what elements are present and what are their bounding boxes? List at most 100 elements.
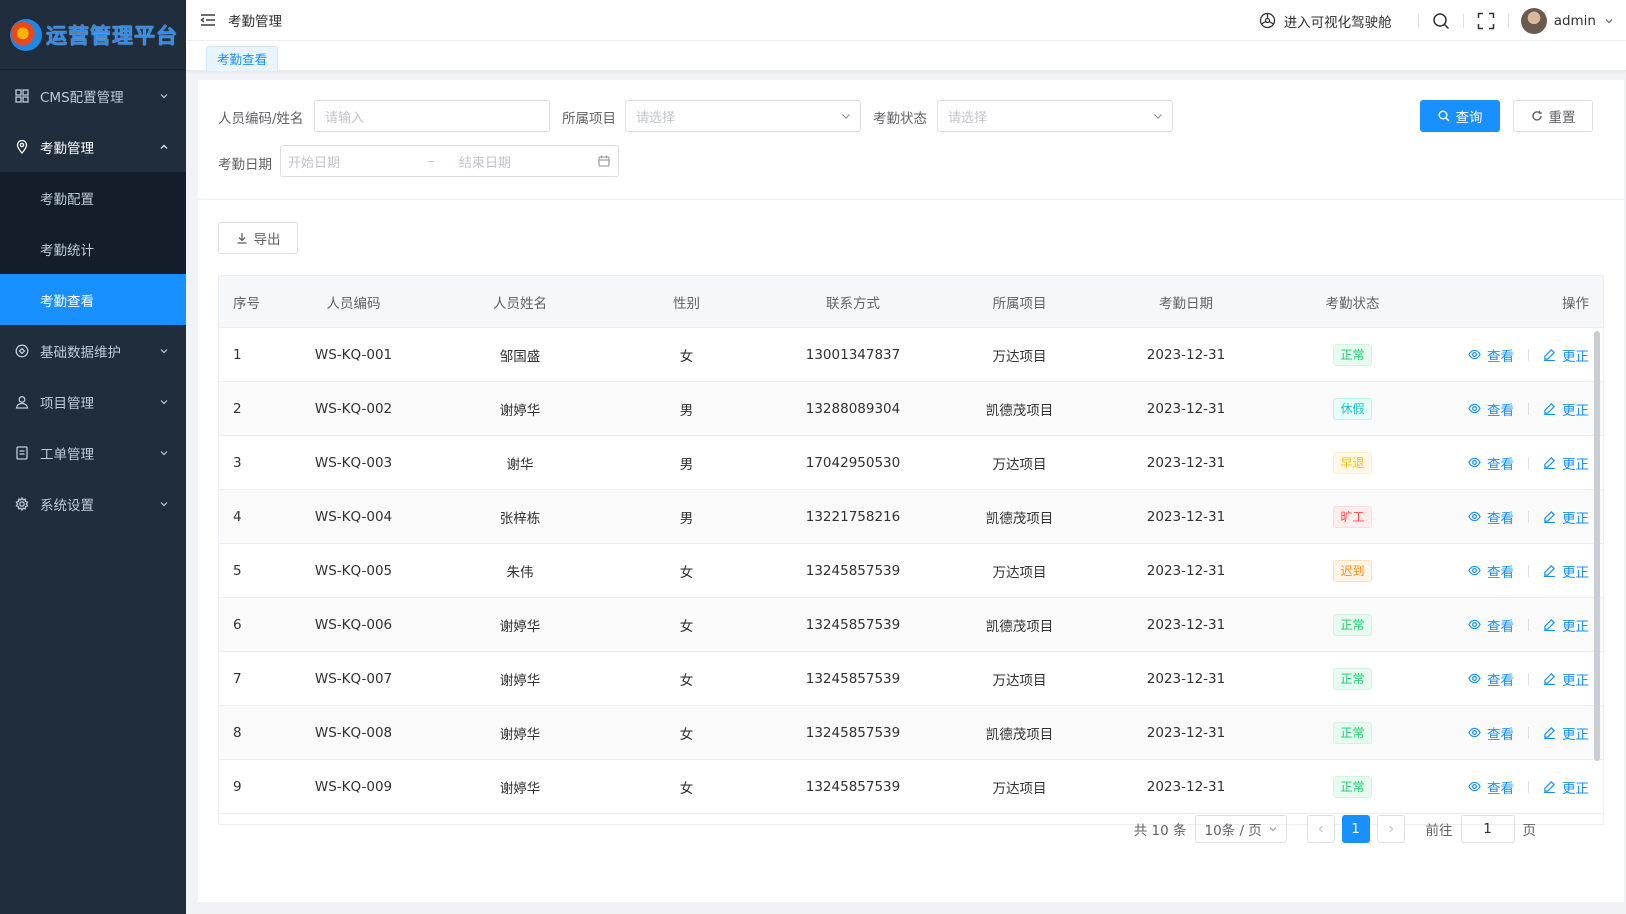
cell-name: 朱伟 [506,564,534,581]
divider [1528,780,1529,793]
cell-project: 万达项目 [992,780,1047,797]
status-select[interactable]: 请选择 [937,100,1173,132]
view-button[interactable]: 查看 [1468,777,1514,797]
cell-code: WS-KQ-001 [314,346,393,363]
next-page-button[interactable] [1376,815,1405,843]
eye-icon [1468,619,1481,630]
date-range-picker[interactable]: 开始日期 – 结束日期 [280,145,619,177]
table-row: 4 WS-KQ-004 张梓栋 男 13221758216 凯德茂项目 2023-12-31… [219,490,1603,544]
view-button[interactable]: 查看 [1468,615,1514,635]
cell-sex: 女 [679,618,694,635]
goto-page-input[interactable]: 1 [1460,815,1515,843]
status-badge: 正常 [1333,667,1372,690]
correct-button[interactable]: 更正 [1543,723,1589,743]
cell-date: 2023-12-31 [1146,616,1226,633]
search-button[interactable]: 查询 [1420,100,1500,132]
person-icon [14,394,30,410]
cockpit-link[interactable]: 进入可视化驾驶舱 [1259,11,1392,31]
sidebar-item-base-data[interactable]: 基础数据维护 [0,325,186,376]
sidebar-item-label: CMS配置管理 [40,89,124,106]
cell-sex: 女 [679,564,694,581]
status-badge: 迟到 [1333,559,1372,582]
view-button[interactable]: 查看 [1468,561,1514,581]
divider [1528,726,1529,739]
status-select-placeholder: 请选择 [948,110,988,126]
fullscreen-icon[interactable] [1476,11,1496,31]
sidebar: 运营管理平台 CMS配置管理 考勤管理 考勤配置 考勤统计 考勤查看 基础数据维… [0,0,186,914]
view-button[interactable]: 查看 [1468,507,1514,527]
person-input[interactable]: 请输入 [314,100,550,132]
cell-actions: 查看 更正 [1435,399,1603,419]
project-select[interactable]: 请选择 [625,100,861,132]
sidebar-subitem-attendance-view[interactable]: 考勤查看 [0,274,186,325]
chevron-left-icon [1318,825,1323,833]
user-menu[interactable]: admin [1520,7,1614,34]
correct-button[interactable]: 更正 [1543,669,1589,689]
correct-button[interactable]: 更正 [1543,453,1589,473]
tab-attendance-view[interactable]: 考勤查看 [206,46,279,71]
status-badge: 早退 [1333,451,1372,474]
reset-button-label: 重置 [1548,110,1576,126]
sidebar-subitem-attendance-config[interactable]: 考勤配置 [0,172,186,223]
sidebar-item-workorders[interactable]: 工单管理 [0,427,186,478]
cell-sex: 女 [679,780,694,797]
view-button[interactable]: 查看 [1468,453,1514,473]
eye-icon [1468,727,1481,738]
sidebar-item-cms[interactable]: CMS配置管理 [0,70,186,121]
correct-button-label: 更正 [1562,510,1589,527]
sidebar-subitem-attendance-stats[interactable]: 考勤统计 [0,223,186,274]
page-size-value: 10条 / 页 [1204,823,1262,839]
cell-actions: 查看 更正 [1435,777,1603,797]
refresh-icon [1531,110,1542,121]
sidebar-item-settings[interactable]: 系统设置 [0,478,186,529]
correct-button[interactable]: 更正 [1543,561,1589,581]
view-button[interactable]: 查看 [1468,399,1514,419]
table-scrollbar[interactable] [1594,331,1600,761]
search-button-label: 查询 [1455,110,1483,126]
cell-code: WS-KQ-005 [314,562,393,579]
date-end-placeholder: 结束日期 [459,155,512,171]
export-button-label: 导出 [253,232,281,248]
view-button[interactable]: 查看 [1468,345,1514,365]
sidebar-item-projects[interactable]: 项目管理 [0,376,186,427]
divider [1528,456,1529,469]
page-number-current[interactable]: 1 [1341,815,1370,843]
cell-project: 万达项目 [992,672,1047,689]
cell-code: WS-KQ-003 [314,454,393,471]
search-icon [1438,110,1449,122]
correct-button[interactable]: 更正 [1543,777,1589,797]
table-row: 8 WS-KQ-008 谢婷华 女 13245857539 凯德茂项目 2023-12-31… [219,706,1603,760]
reset-button[interactable]: 重置 [1513,100,1593,132]
view-button-label: 查看 [1487,564,1514,581]
cell-name: 谢婷华 [499,780,541,797]
sidebar-item-label: 考勤管理 [40,140,94,157]
cell-date: 2023-12-31 [1146,508,1226,525]
sidebar-item-label: 项目管理 [40,395,94,412]
prev-page-button[interactable] [1306,815,1335,843]
page-size-select[interactable]: 10条 / 页 [1194,815,1287,843]
page-suffix: 页 [1522,823,1537,839]
chevron-down-icon [1269,827,1276,832]
correct-button-label: 更正 [1562,780,1589,797]
gear-icon [14,496,30,512]
cell-index: 2 [233,400,242,417]
chevron-down-icon [158,447,170,459]
divider [1462,13,1464,28]
correct-button[interactable]: 更正 [1543,345,1589,365]
menu-toggle-icon[interactable] [200,11,218,29]
app-root: 运营管理平台 CMS配置管理 考勤管理 考勤配置 考勤统计 考勤查看 基础数据维… [0,0,1626,914]
correct-button[interactable]: 更正 [1543,507,1589,527]
search-icon[interactable] [1431,11,1451,31]
correct-button[interactable]: 更正 [1543,615,1589,635]
view-button[interactable]: 查看 [1468,723,1514,743]
col-header-name: 人员姓名 [493,295,547,312]
export-button[interactable]: 导出 [218,222,298,254]
sidebar-item-attendance[interactable]: 考勤管理 [0,121,186,172]
breadcrumb: 考勤管理 [228,14,282,30]
correct-button[interactable]: 更正 [1543,399,1589,419]
view-button[interactable]: 查看 [1468,669,1514,689]
view-button-label: 查看 [1487,402,1514,419]
eye-icon [1468,565,1481,576]
view-button-label: 查看 [1487,348,1514,365]
document-icon [14,445,30,461]
